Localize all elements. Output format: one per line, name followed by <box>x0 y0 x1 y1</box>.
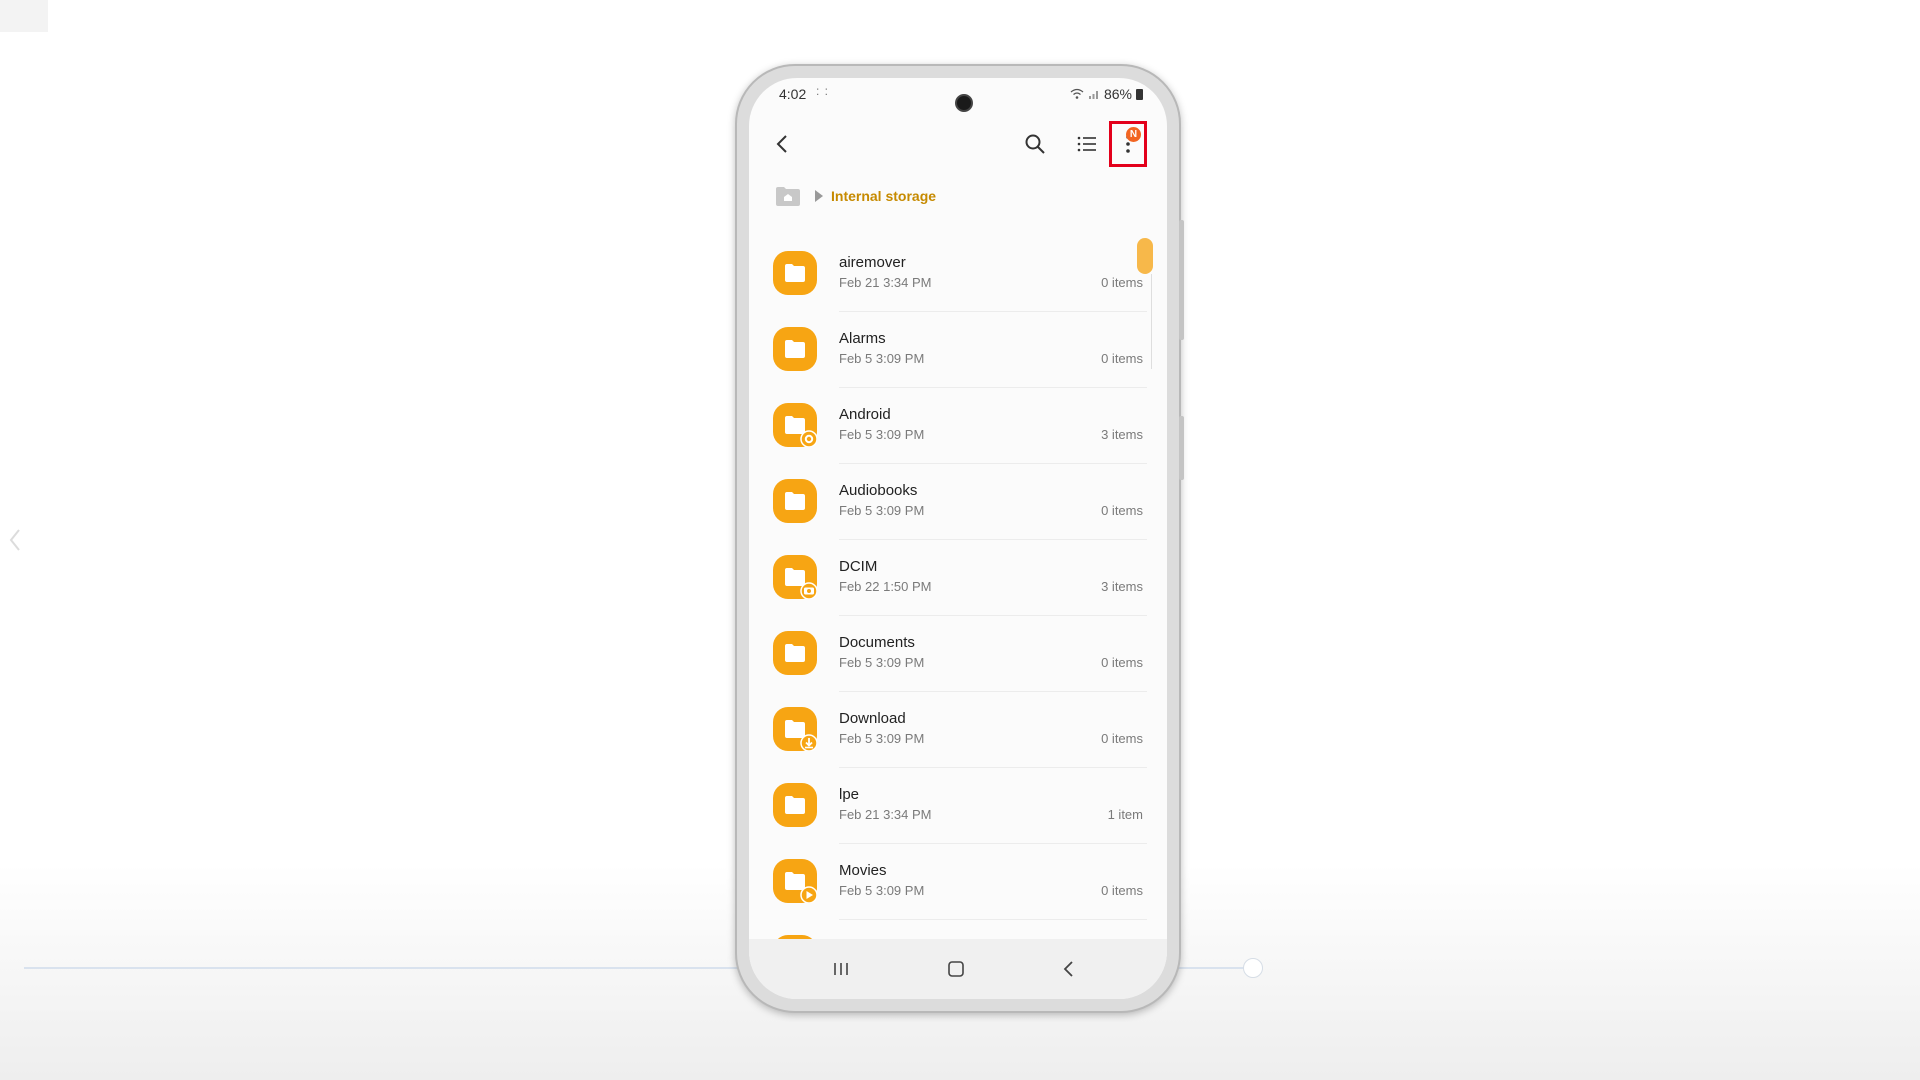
file-row-android[interactable]: Android Feb 5 3:09 PM 3 items <box>749 388 1167 464</box>
breadcrumb-internal-storage[interactable]: Internal storage <box>831 188 936 204</box>
file-list: airemover Feb 21 3:34 PM 0 items Alarms … <box>749 236 1167 996</box>
file-date: Feb 22 1:50 PM <box>839 579 932 594</box>
back-icon <box>1063 961 1073 977</box>
folder-camera-icon <box>773 555 817 599</box>
status-right: 86% <box>1070 86 1143 102</box>
more-options-button[interactable]: N <box>1109 121 1147 167</box>
home-folder-icon[interactable] <box>775 185 801 207</box>
back-button[interactable] <box>763 118 803 170</box>
folder-icon <box>773 251 817 295</box>
nav-back-button[interactable] <box>1047 949 1091 989</box>
file-count: 0 items <box>1101 883 1143 898</box>
signal-icon <box>1088 91 1098 99</box>
file-name: Audiobooks <box>839 482 918 499</box>
recents-button[interactable] <box>819 949 863 989</box>
battery-icon <box>1136 88 1143 100</box>
file-count: 0 items <box>1101 731 1143 746</box>
recents-icon <box>834 963 848 975</box>
file-date: Feb 21 3:34 PM <box>839 807 932 822</box>
file-name: Android <box>839 406 891 423</box>
file-date: Feb 5 3:09 PM <box>839 427 925 442</box>
folder-gear-icon <box>773 403 817 447</box>
file-name: Documents <box>839 634 915 651</box>
list-view-icon <box>1077 136 1096 152</box>
file-count: 0 items <box>1101 275 1143 290</box>
search-icon <box>1025 134 1045 154</box>
file-name: DCIM <box>839 558 878 575</box>
wifi-icon <box>1070 88 1084 99</box>
file-row-movies[interactable]: Movies Feb 5 3:09 PM 0 items <box>749 844 1167 920</box>
file-name: lpe <box>839 786 860 803</box>
file-date: Feb 5 3:09 PM <box>839 883 925 898</box>
folder-icon <box>773 479 817 523</box>
file-name: Download <box>839 710 906 727</box>
search-button[interactable] <box>1015 118 1055 170</box>
file-count: 3 items <box>1101 579 1143 594</box>
file-row-alarms[interactable]: Alarms Feb 5 3:09 PM 0 items <box>749 312 1167 388</box>
folder-download-icon <box>773 707 817 751</box>
home-button[interactable] <box>934 949 978 989</box>
home-icon <box>948 961 964 977</box>
power-button <box>1179 416 1184 480</box>
file-name: Movies <box>839 862 887 879</box>
file-row-dcim[interactable]: DCIM Feb 22 1:50 PM 3 items <box>749 540 1167 616</box>
file-count: 1 item <box>1107 807 1143 822</box>
list-view-button[interactable] <box>1067 118 1107 170</box>
status-bar: 4:02 : : 86% <box>749 84 1167 106</box>
file-row-documents[interactable]: Documents Feb 5 3:09 PM 0 items <box>749 616 1167 692</box>
status-time: 4:02 <box>779 86 807 102</box>
app-toolbar: N <box>749 118 1167 170</box>
file-date: Feb 5 3:09 PM <box>839 655 925 670</box>
breadcrumb: Internal storage <box>775 184 936 208</box>
file-count: 0 items <box>1101 351 1143 366</box>
corner-box <box>0 0 48 32</box>
file-name: Alarms <box>839 330 886 347</box>
breadcrumb-arrow-icon <box>815 190 823 202</box>
file-count: 0 items <box>1101 655 1143 670</box>
volume-button <box>1179 220 1184 340</box>
video-progress-knob[interactable] <box>1243 958 1263 978</box>
chevron-left-icon <box>9 529 20 551</box>
file-count: 0 items <box>1101 503 1143 518</box>
file-date: Feb 5 3:09 PM <box>839 731 925 746</box>
file-row-airemover[interactable]: airemover Feb 21 3:34 PM 0 items <box>749 236 1167 312</box>
file-row-download[interactable]: Download Feb 5 3:09 PM 0 items <box>749 692 1167 768</box>
folder-icon <box>773 327 817 371</box>
file-row-audiobooks[interactable]: Audiobooks Feb 5 3:09 PM 0 items <box>749 464 1167 540</box>
folder-play-icon <box>773 859 817 903</box>
phone-screen: 4:02 : : 86% N Internal storage airemove… <box>749 78 1167 999</box>
status-notification-dots: : : <box>816 84 830 98</box>
file-name: airemover <box>839 254 906 271</box>
file-row-lpe[interactable]: lpe Feb 21 3:34 PM 1 item <box>749 768 1167 844</box>
file-count: 3 items <box>1101 427 1143 442</box>
phone-frame: 4:02 : : 86% N Internal storage airemove… <box>735 64 1184 1013</box>
file-date: Feb 21 3:34 PM <box>839 275 932 290</box>
folder-icon <box>773 783 817 827</box>
file-date: Feb 5 3:09 PM <box>839 503 925 518</box>
navigation-bar <box>749 939 1167 999</box>
notification-badge: N <box>1126 127 1141 142</box>
battery-percent: 86% <box>1103 86 1132 102</box>
back-arrow-icon <box>776 135 787 153</box>
file-date: Feb 5 3:09 PM <box>839 351 925 366</box>
folder-icon <box>773 631 817 675</box>
